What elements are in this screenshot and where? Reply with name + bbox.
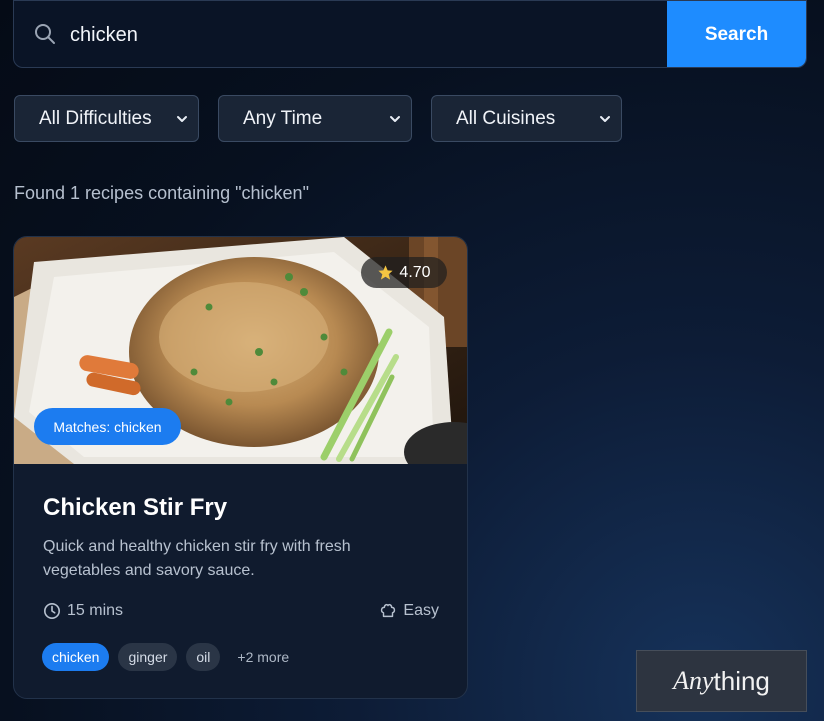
ingredient-tags: chicken ginger oil +2 more [42, 643, 297, 671]
tag-oil[interactable]: oil [186, 643, 221, 671]
anything-watermark[interactable]: Any thing [636, 650, 807, 712]
rating-badge: 4.70 [361, 257, 447, 288]
match-badge: Matches: chicken [34, 408, 181, 445]
cook-time: 15 mins [43, 602, 123, 620]
watermark-suffix: thing [713, 665, 770, 696]
chef-hat-icon [381, 603, 396, 618]
tag-chicken[interactable]: chicken [42, 643, 110, 671]
tag-ginger[interactable]: ginger [118, 643, 178, 671]
watermark-prefix: Any [673, 666, 714, 695]
more-tags[interactable]: +2 more [229, 643, 297, 671]
cuisine-filter-select[interactable]: All Cuisines [431, 95, 622, 142]
recipe-title[interactable]: Chicken Stir Fry [43, 494, 227, 522]
search-icon [35, 24, 55, 44]
rating-value: 4.70 [399, 263, 431, 281]
search-bar: Search [13, 0, 807, 68]
clock-icon [43, 602, 61, 620]
time-filter-select[interactable]: Any Time [218, 95, 412, 142]
star-icon [378, 265, 394, 280]
chevron-down-icon [177, 116, 187, 122]
search-input[interactable] [70, 1, 660, 67]
chevron-down-icon [390, 116, 400, 122]
recipe-card[interactable]: 4.70 Matches: chicken Chicken Stir Fry Q… [13, 236, 468, 699]
results-summary: Found 1 recipes containing "chicken" [14, 183, 309, 203]
difficulty-value: Easy [403, 602, 439, 619]
difficulty-filter-select[interactable]: All Difficulties [14, 95, 199, 142]
chevron-down-icon [600, 116, 610, 122]
cook-time-value: 15 mins [67, 602, 124, 619]
difficulty: Easy [379, 602, 439, 620]
cuisine-filter-value: All Cuisines [456, 107, 556, 129]
difficulty-filter-value: All Difficulties [39, 107, 152, 129]
time-filter-value: Any Time [243, 107, 323, 129]
recipe-description: Quick and healthy chicken stir fry with … [43, 538, 351, 579]
search-button[interactable]: Search [667, 1, 806, 67]
